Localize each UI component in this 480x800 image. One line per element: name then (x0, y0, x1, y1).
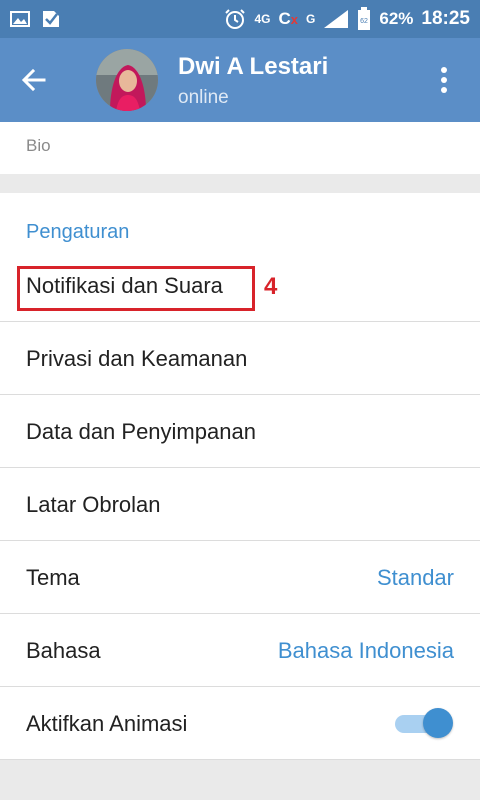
avatar[interactable] (96, 49, 158, 111)
signal-type-label: G (306, 12, 316, 26)
step-highlight-box (17, 266, 255, 311)
settings-item-label: Bahasa (26, 638, 101, 663)
step-number-label: 4 (264, 273, 278, 300)
settings-item-label: Tema (26, 565, 80, 590)
carrier-x-mark: x (290, 12, 299, 27)
settings-item-language[interactable]: Bahasa Bahasa Indonesia (0, 614, 480, 687)
clock: 18:25 (421, 8, 470, 29)
image-icon (10, 9, 30, 29)
chat-title: Dwi A Lestari (178, 53, 329, 80)
more-vert-icon (441, 67, 447, 93)
network-type-label: 4G (254, 12, 271, 26)
carrier-mark: C (278, 9, 291, 28)
profile-photo (96, 49, 158, 111)
battery-icon: 62 (357, 7, 371, 31)
settings-item-data-storage[interactable]: Data dan Penyimpanan (0, 395, 480, 468)
settings-section: Pengaturan Notifikasi dan Suara Privasi … (0, 193, 480, 760)
battery-level-label: 62 (360, 18, 368, 25)
online-status: online (178, 87, 229, 108)
back-button[interactable] (18, 64, 50, 96)
bio-section: Bio (0, 122, 480, 174)
settings-item-theme[interactable]: Tema Standar (0, 541, 480, 614)
settings-item-label: Aktifkan Animasi (26, 711, 188, 736)
app-bar: Dwi A Lestari online (0, 38, 480, 122)
animations-toggle[interactable] (393, 707, 455, 739)
battery-percentage: 62% (379, 9, 414, 28)
settings-item-privacy[interactable]: Privasi dan Keamanan (0, 322, 480, 395)
task-check-icon (40, 9, 62, 29)
status-bar-right: 4G Cx G 62 62% 18:25 (224, 7, 470, 31)
section-title-pengaturan: Pengaturan (26, 221, 130, 243)
settings-item-label: Privasi dan Keamanan (26, 346, 248, 371)
arrow-back-icon (21, 68, 46, 92)
more-options-button[interactable] (430, 64, 458, 96)
settings-item-animations[interactable]: Aktifkan Animasi (0, 687, 480, 760)
toggle-knob (423, 708, 453, 738)
settings-item-value: Bahasa Indonesia (277, 638, 454, 663)
alarm-icon (224, 8, 246, 30)
settings-item-label: Data dan Penyimpanan (26, 419, 256, 444)
settings-item-value: Standar (376, 565, 454, 590)
settings-item-label: Latar Obrolan (26, 492, 161, 517)
settings-item-chat-background[interactable]: Latar Obrolan (0, 468, 480, 541)
status-bar: 4G Cx G 62 62% 18:25 (0, 0, 480, 38)
bio-label: Bio (26, 136, 51, 155)
carrier-indicator: Cx (279, 9, 299, 29)
status-bar-left (10, 9, 62, 29)
signal-icon (323, 9, 349, 29)
